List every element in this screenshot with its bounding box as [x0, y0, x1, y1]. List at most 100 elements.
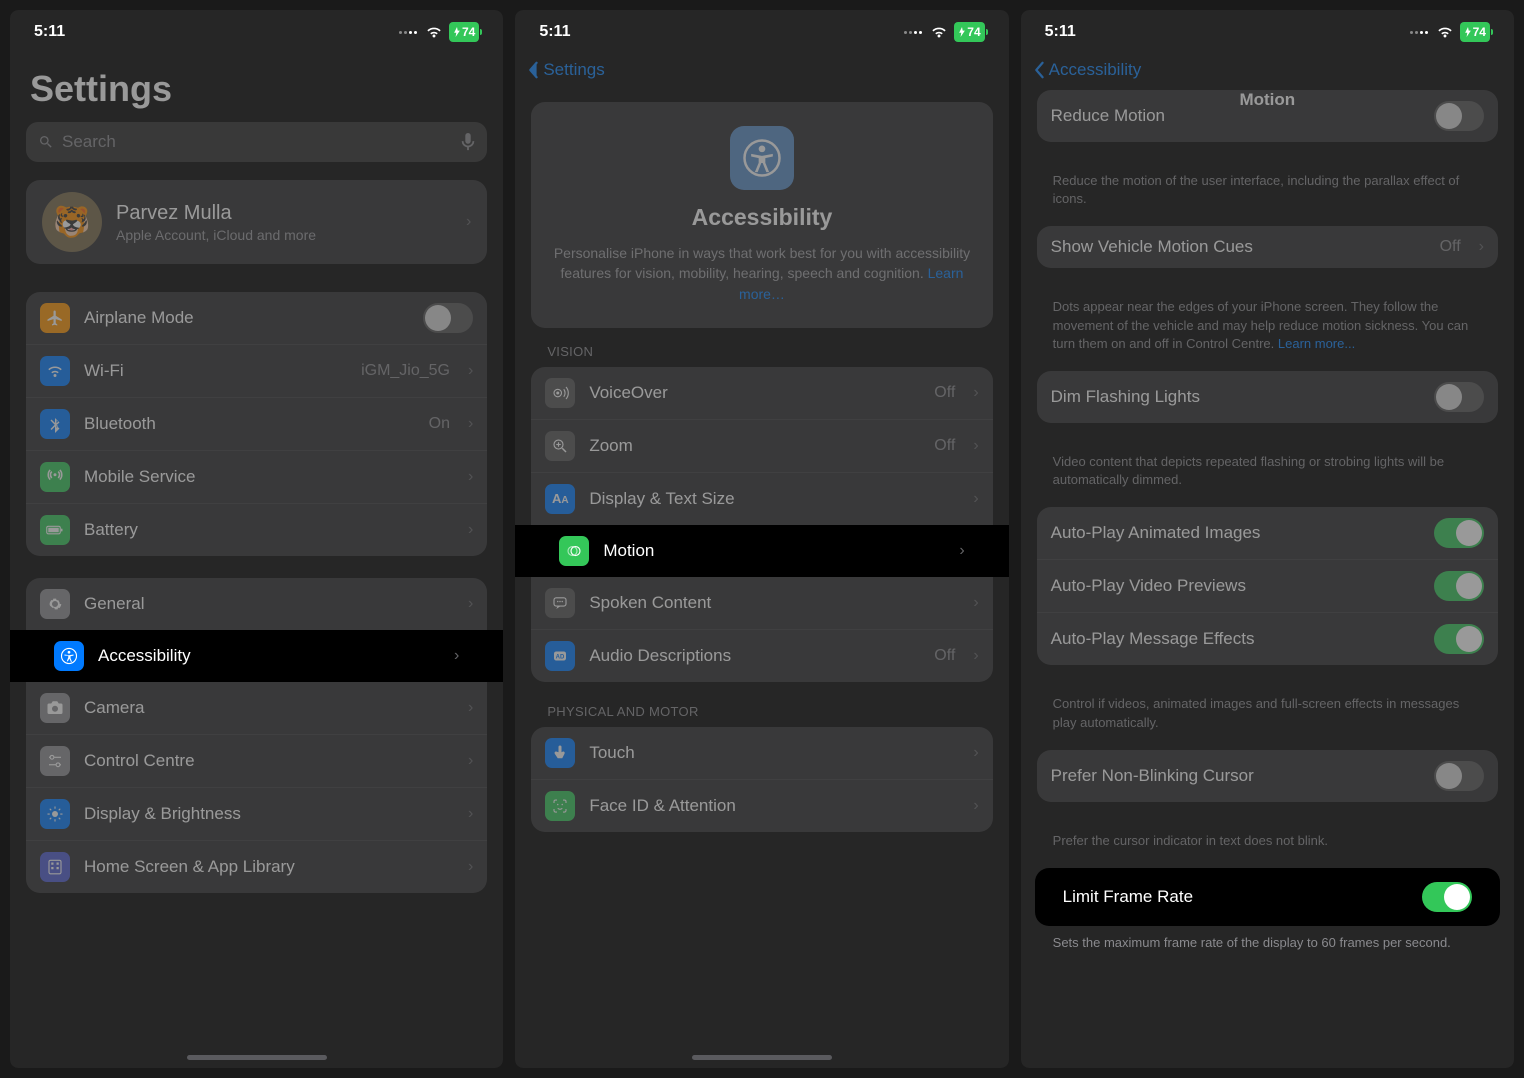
- autoplay-images-toggle[interactable]: [1434, 518, 1484, 548]
- chevron-right-icon: ›: [973, 490, 978, 508]
- touch-row[interactable]: Touch ›: [531, 727, 992, 780]
- cursor-footer: Prefer the cursor indicator in text does…: [1021, 824, 1514, 868]
- vehicle-motion-group: Show Vehicle Motion Cues Off ›: [1037, 226, 1498, 268]
- profile-name: Parvez Mulla: [116, 202, 452, 225]
- settings-group-general: General ›: [26, 578, 487, 630]
- dim-flashing-row[interactable]: Dim Flashing Lights: [1037, 371, 1498, 423]
- chevron-right-icon: ›: [973, 594, 978, 612]
- chevron-left-icon: [527, 61, 539, 79]
- profile-sub: Apple Account, iCloud and more: [116, 227, 452, 243]
- bluetooth-row[interactable]: Bluetooth On ›: [26, 398, 487, 451]
- airplane-mode-row[interactable]: Airplane Mode: [26, 292, 487, 345]
- grid-icon: [40, 852, 70, 882]
- faceid-row[interactable]: Face ID & Attention ›: [531, 780, 992, 832]
- avatar: 🐯: [42, 192, 102, 252]
- chevron-right-icon: ›: [466, 213, 471, 231]
- chevron-right-icon: ›: [468, 521, 473, 539]
- chevron-right-icon: ›: [468, 752, 473, 770]
- learn-more-link[interactable]: Learn more...: [1274, 336, 1355, 351]
- dim-flashing-toggle[interactable]: [1434, 382, 1484, 412]
- accessibility-large-icon: [730, 126, 794, 190]
- header-title: Accessibility: [551, 204, 972, 231]
- search-placeholder: Search: [62, 132, 116, 152]
- dim-flashing-group: Dim Flashing Lights: [1037, 371, 1498, 423]
- status-time: 5:11: [34, 23, 65, 41]
- back-button[interactable]: Accessibility: [1021, 50, 1514, 90]
- chevron-right-icon: ›: [973, 384, 978, 402]
- autoplay-video-toggle[interactable]: [1434, 571, 1484, 601]
- motion-row[interactable]: Motion ›: [545, 525, 978, 577]
- chevron-right-icon: ›: [468, 858, 473, 876]
- chevron-right-icon: ›: [468, 595, 473, 613]
- home-indicator[interactable]: [187, 1055, 327, 1060]
- wifi-icon: [1436, 25, 1454, 39]
- text-size-icon: AA: [545, 484, 575, 514]
- chevron-right-icon: ›: [973, 647, 978, 665]
- display-text-row[interactable]: AA Display & Text Size ›: [531, 473, 992, 525]
- home-indicator[interactable]: [692, 1055, 832, 1060]
- touch-icon: [545, 738, 575, 768]
- accessibility-row[interactable]: Accessibility ›: [40, 630, 473, 682]
- cursor-toggle[interactable]: [1434, 761, 1484, 791]
- wifi-icon: [425, 25, 443, 39]
- chevron-right-icon: ›: [973, 797, 978, 815]
- antenna-icon: [40, 462, 70, 492]
- battery-badge: 74: [1460, 22, 1490, 42]
- audio-descriptions-row[interactable]: AD Audio Descriptions Off ›: [531, 630, 992, 682]
- mobile-service-row[interactable]: Mobile Service ›: [26, 451, 487, 504]
- airplane-icon: [40, 303, 70, 333]
- accessibility-row-highlight: Accessibility ›: [10, 630, 503, 682]
- voiceover-row[interactable]: VoiceOver Off ›: [531, 367, 992, 420]
- status-time: 5:11: [539, 23, 570, 41]
- cursor-group: Prefer Non-Blinking Cursor: [1037, 750, 1498, 802]
- accessibility-header: Accessibility Personalise iPhone in ways…: [531, 102, 992, 328]
- autoplay-video-row[interactable]: Auto-Play Video Previews: [1037, 560, 1498, 613]
- screenshot-accessibility: 5:11 74 Settings Accessibility Personali…: [515, 10, 1008, 1068]
- general-row[interactable]: General ›: [26, 578, 487, 630]
- chevron-right-icon: ›: [468, 805, 473, 823]
- mic-icon[interactable]: [461, 133, 475, 151]
- cursor-row[interactable]: Prefer Non-Blinking Cursor: [1037, 750, 1498, 802]
- limit-frame-rate-toggle[interactable]: [1422, 882, 1472, 912]
- chevron-right-icon: ›: [468, 468, 473, 486]
- airplane-toggle[interactable]: [423, 303, 473, 333]
- motion-row-highlight: Motion ›: [515, 525, 1008, 577]
- vehicle-motion-footer: Dots appear near the edges of your iPhon…: [1021, 290, 1514, 371]
- status-bar: 5:11 74: [1021, 10, 1514, 50]
- section-physical-motor: PHYSICAL AND MOTOR: [515, 704, 1008, 727]
- battery-row[interactable]: Battery ›: [26, 504, 487, 556]
- apple-account-row[interactable]: 🐯 Parvez Mulla Apple Account, iCloud and…: [26, 180, 487, 264]
- control-centre-row[interactable]: Control Centre ›: [26, 735, 487, 788]
- home-screen-row[interactable]: Home Screen & App Library ›: [26, 841, 487, 893]
- settings-group-connectivity: Airplane Mode Wi-Fi iGM_Jio_5G › Bluetoo…: [26, 292, 487, 556]
- autoplay-footer: Control if videos, animated images and f…: [1021, 687, 1514, 749]
- autoplay-messages-toggle[interactable]: [1434, 624, 1484, 654]
- zoom-icon: [545, 431, 575, 461]
- physical-motor-group: Touch › Face ID & Attention ›: [531, 727, 992, 832]
- camera-row[interactable]: Camera ›: [26, 682, 487, 735]
- autoplay-messages-row[interactable]: Auto-Play Message Effects: [1037, 613, 1498, 665]
- vehicle-motion-row[interactable]: Show Vehicle Motion Cues Off ›: [1037, 226, 1498, 268]
- reduce-motion-toggle[interactable]: [1434, 101, 1484, 131]
- autoplay-group: Auto-Play Animated Images Auto-Play Vide…: [1037, 507, 1498, 665]
- zoom-row[interactable]: Zoom Off ›: [531, 420, 992, 473]
- spoken-content-row[interactable]: Spoken Content ›: [531, 577, 992, 630]
- battery-badge: 74: [449, 22, 479, 42]
- wifi-row[interactable]: Wi-Fi iGM_Jio_5G ›: [26, 345, 487, 398]
- chevron-right-icon: ›: [468, 415, 473, 433]
- status-time: 5:11: [1045, 23, 1076, 41]
- status-bar: 5:11 74: [515, 10, 1008, 50]
- chevron-left-icon: [1033, 61, 1045, 79]
- back-button[interactable]: Settings: [515, 50, 1008, 90]
- autoplay-images-row[interactable]: Auto-Play Animated Images: [1037, 507, 1498, 560]
- header-body: Personalise iPhone in ways that work bes…: [554, 245, 970, 281]
- reduce-motion-row[interactable]: Reduce Motion: [1037, 90, 1498, 142]
- search-input[interactable]: Search: [26, 122, 487, 162]
- display-brightness-row[interactable]: Display & Brightness ›: [26, 788, 487, 841]
- limit-frame-rate-row[interactable]: Limit Frame Rate: [1035, 868, 1500, 926]
- status-bar: 5:11 74: [10, 10, 503, 50]
- screenshot-settings-root: 5:11 74 Settings Search 🐯 Parvez Mulla A…: [10, 10, 503, 1068]
- wifi-icon: [930, 25, 948, 39]
- bluetooth-icon: [40, 409, 70, 439]
- vision-group-2: Spoken Content › AD Audio Descriptions O…: [531, 577, 992, 682]
